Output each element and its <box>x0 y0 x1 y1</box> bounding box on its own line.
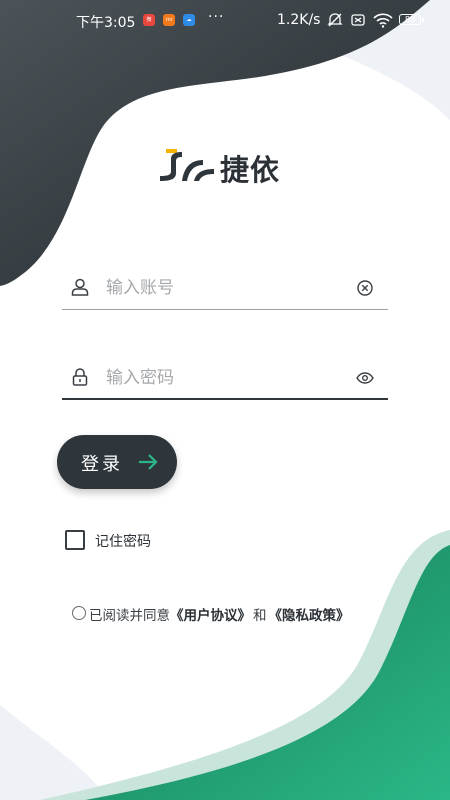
brand-name: 捷依 <box>220 153 281 187</box>
agreement-conjunction: 和 <box>253 608 267 624</box>
more-notifications-icon: ··· <box>208 9 225 25</box>
clear-icon[interactable] <box>356 279 374 297</box>
login-label: 登录 <box>81 454 123 474</box>
login-button[interactable]: 登录 <box>57 435 177 489</box>
network-speed: 1.2K/s <box>277 12 321 28</box>
password-field <box>62 356 388 400</box>
account-underline <box>62 309 388 310</box>
user-icon <box>71 278 89 296</box>
no-sim-icon <box>351 14 365 26</box>
wifi-icon <box>373 13 393 28</box>
cloud-icon: ☁ <box>183 14 195 26</box>
mi-icon: mi <box>163 14 175 26</box>
status-time: 下午3:05 <box>76 15 136 31</box>
account-input[interactable] <box>106 274 346 302</box>
status-bar: 下午3:05 微 mi ☁ ··· 1.2K/s 83 <box>0 0 450 40</box>
agreement-text: 已阅读并同意《用户协议》和《隐私政策》 <box>89 604 350 624</box>
remember-label: 记住密码 <box>95 534 151 550</box>
background-shapes <box>0 0 450 800</box>
agreement-radio[interactable] <box>72 606 86 620</box>
password-input[interactable] <box>106 364 346 392</box>
battery-icon: 83 <box>399 14 424 25</box>
account-field <box>62 266 388 310</box>
lock-icon <box>72 368 88 386</box>
mute-icon <box>327 13 343 27</box>
remember-checkbox[interactable] <box>65 530 85 550</box>
password-underline <box>62 398 388 400</box>
weibo-icon: 微 <box>143 14 155 26</box>
agreement-prefix: 已阅读并同意 <box>89 608 170 624</box>
arrow-right-icon <box>139 454 158 470</box>
logo-mark-icon <box>160 149 214 181</box>
privacy-policy-link[interactable]: 《隐私政策》 <box>269 608 350 624</box>
user-agreement-link[interactable]: 《用户协议》 <box>170 608 251 624</box>
eye-icon[interactable] <box>356 369 374 387</box>
